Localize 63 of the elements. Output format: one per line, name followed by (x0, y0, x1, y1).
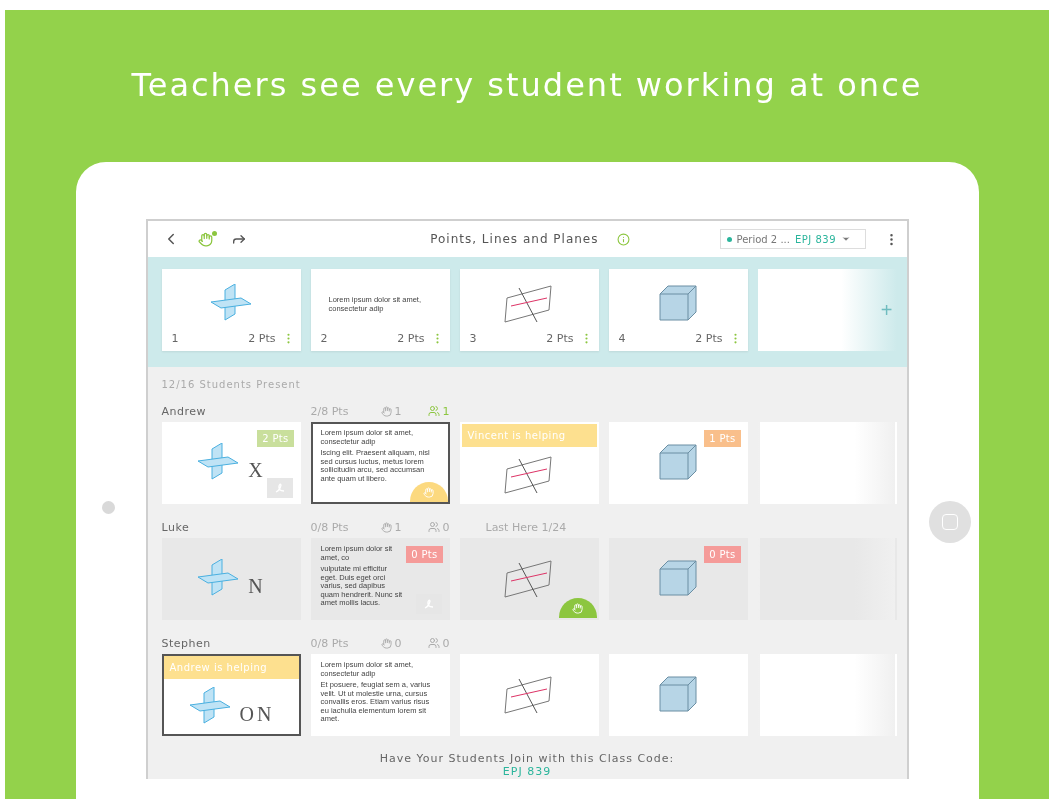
question-number: 4 (618, 332, 627, 345)
points-badge: 0 Pts (704, 546, 741, 563)
student-name: Luke (161, 520, 191, 534)
lines-diagram (503, 559, 555, 599)
raised-hand-icon[interactable] (558, 598, 597, 618)
cube-diagram (656, 443, 700, 483)
student-name: Andrew (161, 404, 208, 418)
home-button[interactable] (928, 501, 971, 543)
cube-diagram (656, 559, 700, 599)
helper-count: 0 (427, 636, 486, 650)
raised-hand-icon[interactable] (409, 482, 448, 502)
planes-diagram (187, 686, 232, 727)
question-card[interactable]: 4 2 Pts (608, 269, 748, 351)
student-score: 2/8 Pts (310, 404, 350, 418)
question-number: 1 (171, 332, 180, 345)
question-points: 2 Pts (695, 332, 723, 345)
cube-diagram (656, 283, 700, 324)
class-code-prompt: Have Your Students Join with this Class Code: (379, 752, 675, 765)
points-badge: 1 Pts (704, 430, 741, 447)
lines-diagram (503, 454, 555, 495)
handwriting: N (248, 576, 266, 596)
answer-card[interactable] (459, 538, 599, 620)
planes-diagram (196, 559, 241, 599)
planes-diagram (209, 283, 253, 324)
hand-count: 1 (380, 520, 428, 534)
question-card[interactable]: 3 2 Pts (459, 269, 599, 351)
answer-card[interactable]: Andrew is helping ON (161, 654, 301, 736)
points-badge: 2 Pts (257, 430, 294, 447)
helper-banner: Vincent is helping (461, 424, 597, 447)
answer-card[interactable]: 2 Pts X (161, 422, 301, 504)
hand-count: 0 (380, 636, 428, 650)
question-points: 2 Pts (397, 332, 425, 345)
lines-diagram (503, 283, 555, 324)
question-points: 2 Pts (546, 332, 574, 345)
helper-count: 1 (427, 404, 486, 418)
question-number: 2 (320, 332, 329, 345)
camera-dot (102, 501, 115, 514)
helper-banner: Andrew is helping (163, 656, 299, 679)
info-icon[interactable] (616, 232, 630, 246)
question-points: 2 Pts (248, 332, 276, 345)
attendance-count: 12/16 Students Present (161, 379, 302, 390)
handwriting: ON (239, 703, 275, 724)
points-badge: 0 Pts (406, 546, 443, 563)
student-name: Stephen (161, 636, 212, 650)
cube-diagram (656, 675, 700, 715)
lesson-title: Points, Lines and Planes (429, 232, 599, 246)
class-selector[interactable]: Period 2 ... EPJ 839 (719, 229, 866, 249)
student-score: 0/8 Pts (310, 636, 350, 650)
handwriting: X (248, 460, 266, 480)
student-score: 0/8 Pts (310, 520, 350, 534)
lines-diagram (503, 675, 555, 715)
answer-card[interactable] (459, 654, 599, 736)
headline: Teachers see every student working at once (131, 66, 923, 104)
planes-diagram (196, 443, 241, 483)
answer-card[interactable] (608, 654, 748, 736)
question-number: 3 (469, 332, 478, 345)
answer-card[interactable]: N (161, 538, 301, 620)
dropdown-caret-icon (841, 234, 851, 244)
helper-count: 0 (427, 520, 486, 534)
class-code: EPJ 839 (502, 765, 552, 778)
question-card[interactable]: 1 2 Pts (161, 269, 301, 351)
last-seen: Last Here 1/24 (485, 520, 567, 534)
hand-count: 1 (380, 404, 428, 418)
